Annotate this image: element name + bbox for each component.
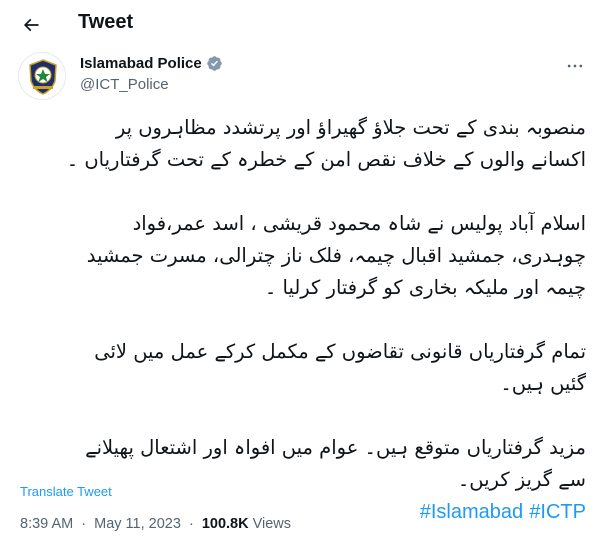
tweet-header: Tweet [0, 0, 604, 48]
tweet-author: Islamabad Police @ICT_Police [80, 55, 223, 93]
meta-separator: · [81, 516, 87, 532]
more-horizontal-icon [567, 64, 583, 68]
verified-badge-icon[interactable] [206, 55, 223, 72]
page-title: Tweet [78, 11, 134, 33]
hashtag-islamabad[interactable]: #Islamabad [420, 501, 523, 523]
more-options-button[interactable] [560, 54, 590, 78]
meta-separator-2: · [188, 516, 194, 532]
translate-tweet-link[interactable]: Translate Tweet [20, 484, 112, 499]
hashtag-ictp[interactable]: #ICTP [529, 501, 586, 523]
tweet-text: منصوبہ بندی کے تحت جلاؤ گھیراؤ اور پرتشد… [18, 112, 586, 528]
back-button[interactable] [14, 8, 48, 42]
police-emblem-icon [19, 53, 65, 99]
tweet-paragraph-1: منصوبہ بندی کے تحت جلاؤ گھیراؤ اور پرتشد… [66, 116, 586, 171]
tweet-metadata: 8:39 AM · May 11, 2023 · 100.8K Views [20, 516, 291, 532]
arrow-left-icon [23, 18, 39, 32]
avatar[interactable] [18, 52, 66, 100]
tweet-time[interactable]: 8:39 AM [20, 516, 73, 532]
author-display-name[interactable]: Islamabad Police [80, 55, 202, 72]
tweet-date[interactable]: May 11, 2023 [94, 516, 181, 532]
tweet-paragraph-3: تمام گرفتاریاں قانونی تقاضوں کے مکمل کرک… [94, 340, 586, 395]
views-count: 100.8K [201, 516, 249, 532]
views-label: Views [252, 516, 292, 532]
author-handle[interactable]: @ICT_Police [80, 76, 223, 93]
tweet-paragraph-2: اسلام آباد پولیس نے شاہ محمود قریشی ، اس… [86, 212, 586, 299]
